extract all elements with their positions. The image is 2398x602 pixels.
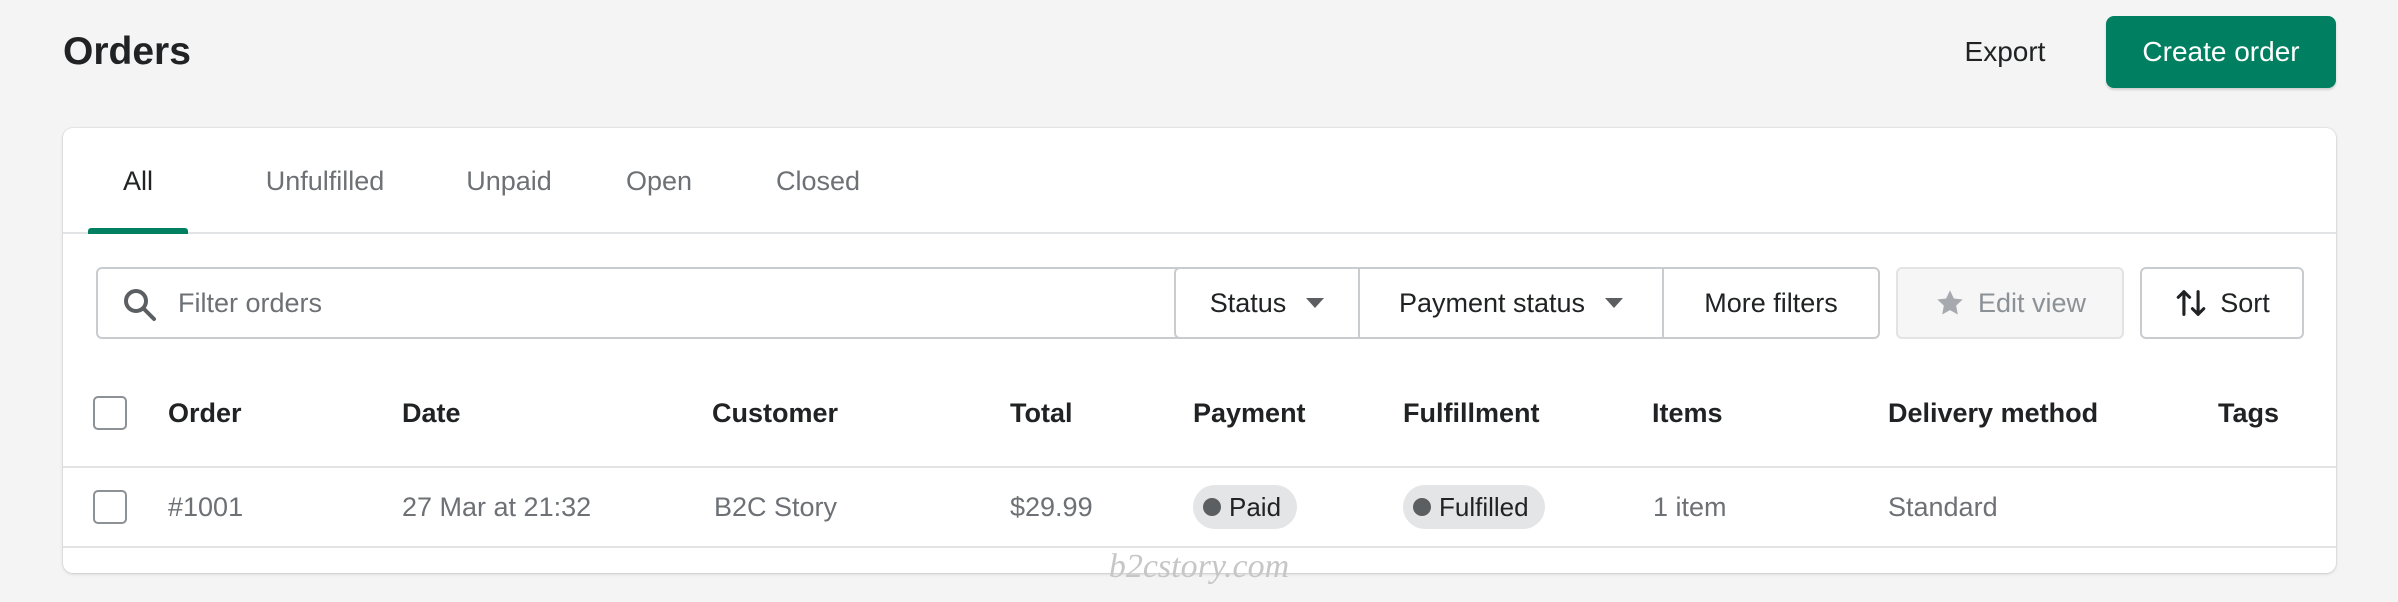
search-icon [124, 289, 156, 321]
search-field[interactable] [96, 267, 1221, 339]
column-header-payment[interactable]: Payment [1193, 360, 1306, 466]
row-select-cell [93, 468, 127, 546]
column-header-items[interactable]: Items [1652, 360, 1723, 466]
fulfillment-status-text: Fulfilled [1439, 491, 1529, 522]
page-title: Orders [63, 30, 191, 73]
payment-cell: Paid [1193, 468, 1298, 546]
tab-closed[interactable]: Closed [743, 128, 893, 234]
column-header-date[interactable]: Date [402, 360, 461, 466]
caret-down-icon [1306, 298, 1325, 308]
column-header-customer[interactable]: Customer [712, 360, 838, 466]
edit-view-button[interactable]: Edit view [1896, 267, 2124, 339]
search-input[interactable] [178, 269, 1198, 337]
payment-status-badge: Paid [1193, 485, 1298, 529]
column-header-order[interactable]: Order [168, 360, 242, 466]
column-header-tags[interactable]: Tags [2218, 360, 2279, 466]
tab-open[interactable]: Open [599, 128, 719, 234]
select-all-cell [93, 360, 127, 466]
column-header-total[interactable]: Total [1010, 360, 1073, 466]
fulfillment-cell: Fulfilled [1403, 468, 1545, 546]
star-icon [1937, 290, 1963, 315]
page-header: Orders Export Create order [0, 0, 2398, 112]
column-header-fulfillment[interactable]: Fulfillment [1403, 360, 1540, 466]
status-filter-button[interactable]: Status [1176, 269, 1360, 337]
select-all-checkbox[interactable] [93, 396, 127, 430]
row-checkbox[interactable] [93, 490, 127, 524]
create-order-button[interactable]: Create order [2106, 16, 2336, 88]
tab-unfulfilled[interactable]: Unfulfilled [225, 128, 425, 234]
sort-button[interactable]: Sort [2140, 267, 2304, 339]
more-filters-button[interactable]: More filters [1664, 269, 1878, 337]
orders-card: All Unfulfilled Unpaid Open Closed Statu… [63, 128, 2336, 573]
fulfillment-status-badge: Fulfilled [1403, 485, 1545, 529]
caret-down-icon [1605, 298, 1624, 308]
order-date: 27 Mar at 21:32 [402, 491, 592, 522]
status-dot-icon [1413, 498, 1431, 516]
watermark: b2cstory.com [1108, 548, 1290, 585]
column-header-delivery-method[interactable]: Delivery method [1888, 360, 2098, 466]
export-button[interactable]: Export [1930, 16, 2080, 88]
status-filter-label: Status [1209, 287, 1287, 318]
tab-all[interactable]: All [88, 128, 188, 234]
tab-unpaid[interactable]: Unpaid [439, 128, 579, 234]
sort-arrows-icon [2176, 290, 2206, 316]
active-tab-indicator [88, 228, 188, 234]
table-row[interactable]: #1001 27 Mar at 21:32 B2C Story $29.99 P… [63, 468, 2336, 548]
status-dot-icon [1203, 498, 1221, 516]
sort-label: Sort [2220, 287, 2270, 318]
filter-button-group: Status Payment status More filters [1174, 267, 1880, 339]
tab-bar: All Unfulfilled Unpaid Open Closed [63, 128, 2336, 234]
order-items[interactable]: 1 item [1653, 468, 1727, 546]
payment-status-filter-button[interactable]: Payment status [1360, 269, 1664, 337]
payment-status-text: Paid [1229, 491, 1282, 522]
table-header: Order Date Customer Total Payment Fulfil… [63, 360, 2336, 468]
edit-view-label: Edit view [1977, 287, 2087, 318]
order-number[interactable]: #1001 [168, 468, 243, 546]
payment-status-filter-label: Payment status [1398, 287, 1586, 318]
order-total: $29.99 [1010, 491, 1093, 522]
order-customer: B2C Story [714, 491, 838, 522]
order-delivery-method: Standard [1888, 491, 1998, 522]
